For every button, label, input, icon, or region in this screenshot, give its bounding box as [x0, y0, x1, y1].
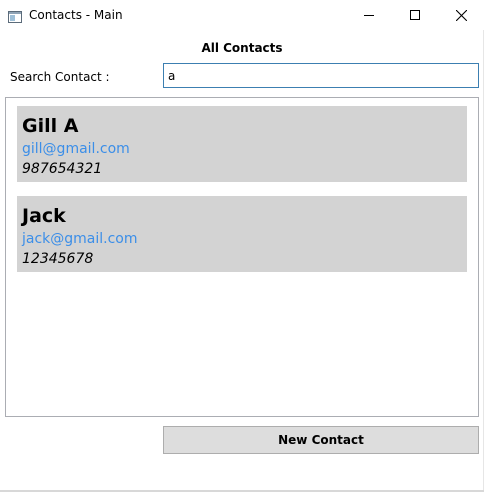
- search-label: Search Contact :: [10, 70, 110, 84]
- new-contact-button[interactable]: New Contact: [163, 426, 479, 454]
- contact-card-gill-a[interactable]: Gill A gill@gmail.com 987654321: [17, 106, 467, 182]
- close-button[interactable]: [438, 0, 484, 30]
- minimize-button[interactable]: [346, 0, 392, 30]
- window-app-icon: [8, 8, 22, 23]
- title-bar[interactable]: Contacts - Main: [0, 0, 484, 30]
- maximize-icon: [410, 10, 420, 20]
- contact-card-jack[interactable]: Jack jack@gmail.com 12345678: [17, 196, 467, 272]
- contact-phone: 12345678: [22, 251, 94, 267]
- contact-email: jack@gmail.com: [22, 231, 138, 247]
- page-title: All Contacts: [201, 41, 283, 55]
- contact-name: Jack: [22, 205, 66, 227]
- maximize-button[interactable]: [392, 0, 438, 30]
- minimize-icon: [364, 15, 374, 16]
- contact-email: gill@gmail.com: [22, 141, 130, 157]
- contact-phone: 987654321: [22, 161, 103, 177]
- contacts-main-window: Contacts - Main All Contacts Search Cont…: [0, 0, 484, 492]
- contacts-list[interactable]: Gill A gill@gmail.com 987654321 Jack jac…: [5, 97, 479, 417]
- window-title: Contacts - Main: [29, 8, 123, 22]
- close-icon: [455, 9, 467, 21]
- search-input[interactable]: [163, 63, 479, 88]
- contact-name: Gill A: [22, 115, 79, 137]
